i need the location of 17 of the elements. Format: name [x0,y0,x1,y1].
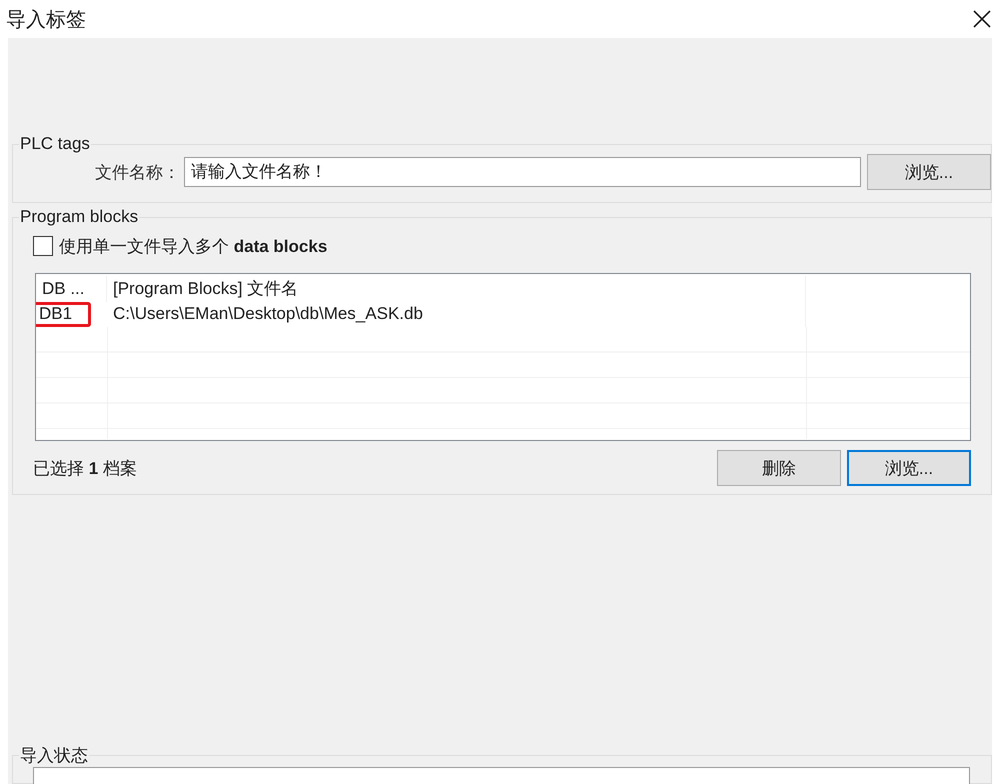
group-legend: 导入状态 [19,744,89,767]
file-name-field[interactable]: 请输入文件名称！ [184,157,861,187]
column-header[interactable]: DB ... [36,276,107,302]
group-legend: Program blocks [19,207,140,227]
field-label: 文件名称： [95,162,180,184]
column-header[interactable]: [Program Blocks] 文件名 [107,276,806,302]
table-cell: DB1 [36,302,91,327]
action-button[interactable]: 删除 [717,450,841,486]
browse-button[interactable]: 浏览... [867,154,991,190]
group-legend: PLC tags [19,134,91,154]
selection-count: 已选择 1 档案 [33,458,138,480]
table-cell: C:\Users\EMan\Desktop\db\Mes_ASK.db [107,302,806,327]
close-icon[interactable] [972,9,992,29]
checkbox-label: 使用单一文件导入多个 data blocks [59,236,328,258]
action-button[interactable]: 浏览... [847,450,971,486]
window-title: 导入标签 [6,8,86,32]
checkbox[interactable] [33,236,53,256]
